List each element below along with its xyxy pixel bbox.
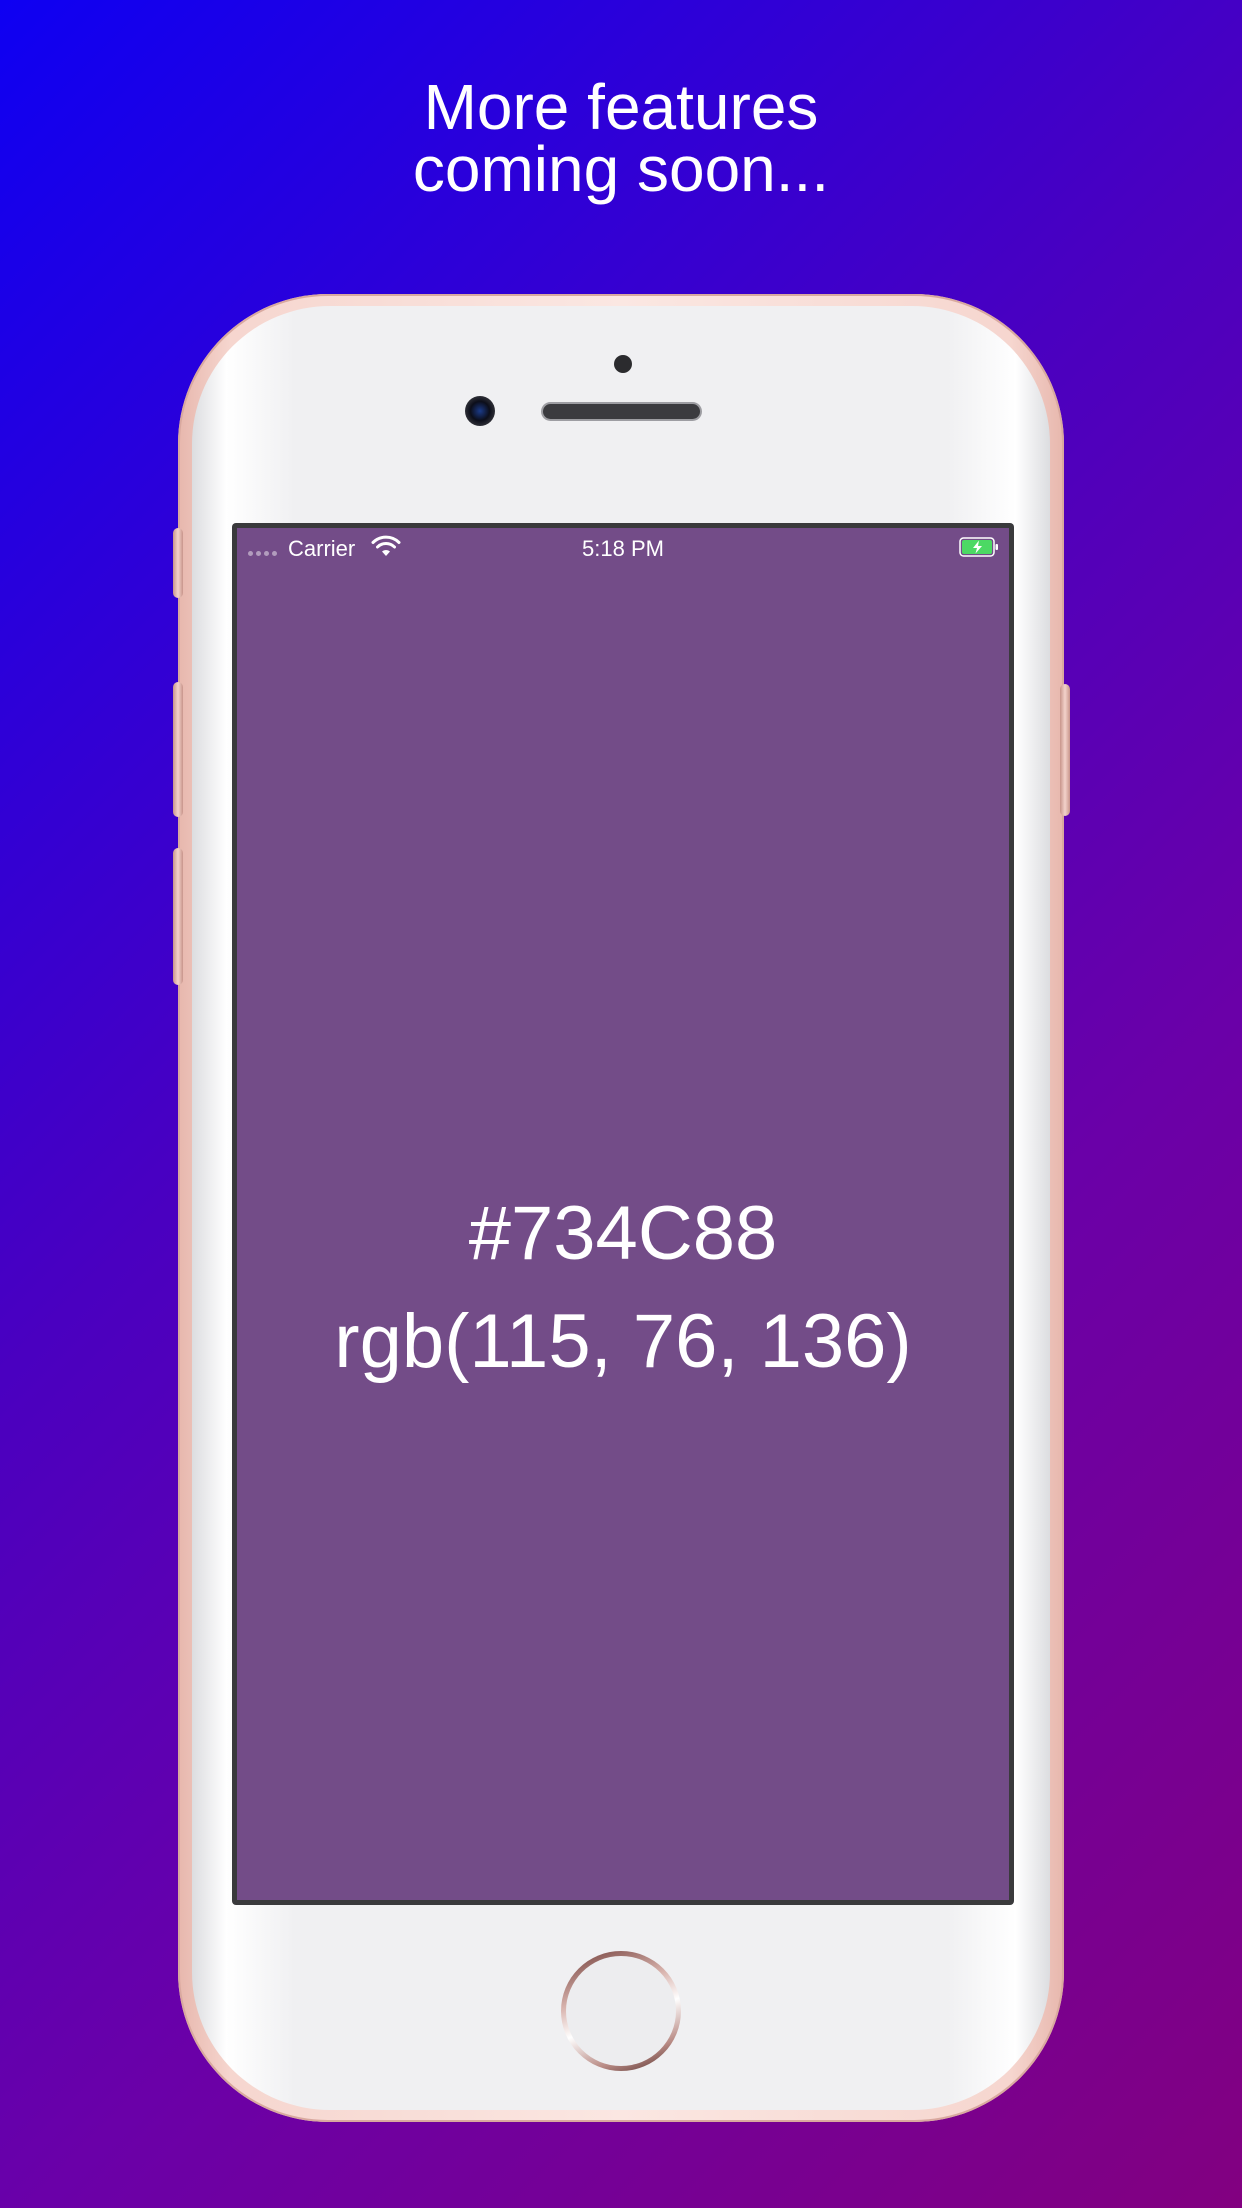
hex-value: #734C88 (468, 1191, 778, 1276)
mute-switch (173, 528, 183, 598)
status-bar: Carrier 5:18 PM (237, 528, 1009, 568)
promo-headline: More features coming soon... (0, 71, 1242, 205)
phone-screen: Carrier 5:18 PM #734C88 rgb(115, 76, 136… (232, 523, 1014, 1905)
rgb-value: rgb(115, 76, 136) (334, 1299, 912, 1384)
home-button[interactable] (561, 1951, 681, 2071)
proximity-sensor (614, 355, 632, 373)
headline-line-1: More features (423, 71, 819, 143)
status-time: 5:18 PM (582, 536, 664, 561)
volume-up-button (173, 682, 183, 817)
power-button (1060, 684, 1070, 816)
volume-down-button (173, 848, 183, 985)
headline-line-2: coming soon... (412, 133, 830, 205)
battery-charging-icon (959, 537, 998, 557)
color-view[interactable]: Carrier 5:18 PM #734C88 rgb(115, 76, 136… (237, 528, 1009, 1900)
earpiece-speaker (543, 404, 700, 419)
front-camera-icon (465, 396, 495, 426)
color-readout: #734C88 rgb(115, 76, 136) (237, 1180, 1009, 1396)
